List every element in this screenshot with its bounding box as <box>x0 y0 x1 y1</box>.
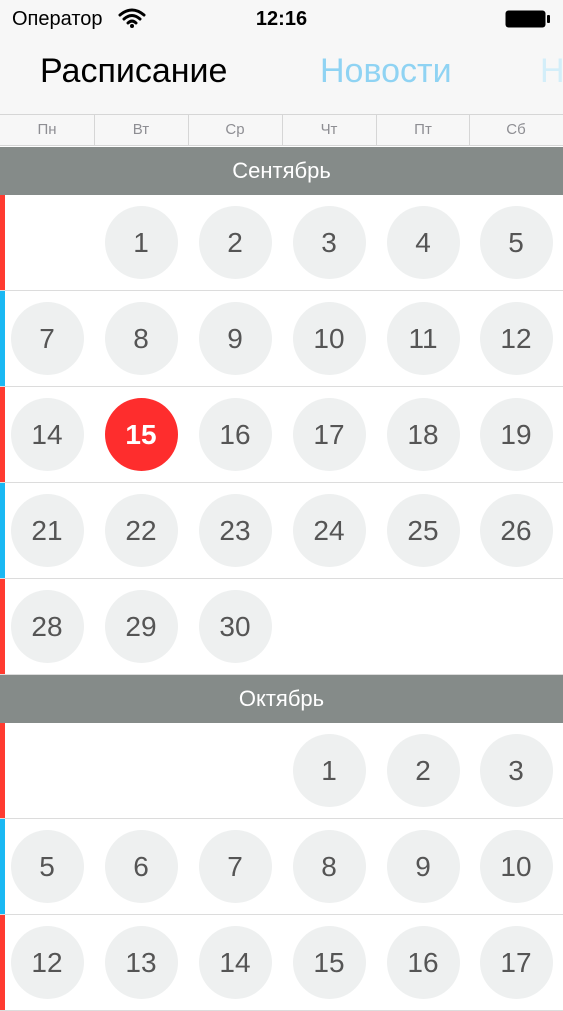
day-cell[interactable]: 11 <box>386 302 460 375</box>
week-row: 28 29 30 <box>0 579 563 675</box>
day-cell[interactable]: 8 <box>104 302 178 375</box>
week-stripe <box>0 291 5 386</box>
day-cell[interactable]: 7 <box>198 830 272 903</box>
day-today[interactable]: 15 <box>104 398 178 471</box>
day-cell[interactable]: 3 <box>479 734 553 807</box>
week-stripe <box>0 195 5 290</box>
weekday-divider <box>188 115 189 145</box>
day-cell[interactable]: 14 <box>10 398 84 471</box>
tab-news[interactable]: Новости <box>320 52 452 91</box>
weekday-divider <box>376 115 377 145</box>
nav-bar: Расписание Новости Н <box>0 40 563 114</box>
weekday-divider <box>282 115 283 145</box>
day-cell[interactable]: 25 <box>386 494 460 567</box>
day-cell[interactable]: 15 <box>292 926 366 999</box>
day-cell[interactable]: 19 <box>479 398 553 471</box>
day-cell[interactable]: 16 <box>386 926 460 999</box>
week-row: 12 13 14 15 16 17 <box>0 915 563 1011</box>
weekday-label: Ср <box>225 121 245 138</box>
week-stripe <box>0 915 5 1010</box>
day-cell[interactable]: 10 <box>292 302 366 375</box>
day-cell[interactable]: 28 <box>10 590 84 663</box>
day-cell[interactable]: 23 <box>198 494 272 567</box>
day-cell[interactable]: 1 <box>104 206 178 279</box>
week-row: 12345 <box>0 195 563 291</box>
day-cell[interactable]: 12 <box>10 926 84 999</box>
month-header: Октябрь <box>0 675 563 723</box>
day-cell[interactable]: 9 <box>198 302 272 375</box>
weekday-label: Чт <box>320 121 338 138</box>
weekday-label: Пн <box>37 121 57 138</box>
week-stripe <box>0 579 5 674</box>
day-cell[interactable]: 12 <box>479 302 553 375</box>
day-cell[interactable]: 26 <box>479 494 553 567</box>
day-cell[interactable]: 5 <box>10 830 84 903</box>
day-cell[interactable]: 24 <box>292 494 366 567</box>
day-cell[interactable]: 5 <box>479 206 553 279</box>
day-cell[interactable]: 22 <box>104 494 178 567</box>
week-row: 14 15 16 17 18 19 <box>0 387 563 483</box>
day-cell[interactable]: 4 <box>386 206 460 279</box>
week-row: 5 6 7 8 9 10 <box>0 819 563 915</box>
tab-schedule[interactable]: Расписание <box>40 52 227 91</box>
day-cell[interactable]: 16 <box>198 398 272 471</box>
clock-time: 12:16 <box>255 8 308 30</box>
week-row: 7 8 9 10 11 12 <box>0 291 563 387</box>
day-cell[interactable]: 18 <box>386 398 460 471</box>
status-bar: Оператор 12:16 <box>0 0 563 40</box>
week-stripe <box>0 387 5 482</box>
day-cell[interactable]: 3 <box>292 206 366 279</box>
weekday-label: Сб <box>506 121 526 138</box>
week-stripe <box>0 723 5 818</box>
day-cell[interactable]: 17 <box>292 398 366 471</box>
day-cell[interactable]: 6 <box>104 830 178 903</box>
day-cell[interactable]: 21 <box>10 494 84 567</box>
day-cell[interactable]: 29 <box>104 590 178 663</box>
weekday-header: Пн Вт Ср Чт Пт Сб <box>0 114 563 146</box>
day-cell[interactable]: 30 <box>198 590 272 663</box>
weekday-divider <box>469 115 470 145</box>
day-cell[interactable]: 7 <box>10 302 84 375</box>
day-cell[interactable]: 2 <box>386 734 460 807</box>
battery-icon <box>505 10 550 28</box>
week-row: 21 22 23 24 25 26 <box>0 483 563 579</box>
week-row: 123 <box>0 723 563 819</box>
weekday-label: Пт <box>414 121 432 138</box>
day-cell[interactable]: 2 <box>198 206 272 279</box>
day-cell[interactable]: 13 <box>104 926 178 999</box>
week-stripe <box>0 483 5 578</box>
day-cell[interactable]: 9 <box>386 830 460 903</box>
day-cell[interactable]: 14 <box>198 926 272 999</box>
day-cell[interactable]: 17 <box>479 926 553 999</box>
day-cell[interactable]: 8 <box>292 830 366 903</box>
month-header: Сентябрь <box>0 147 563 195</box>
week-stripe <box>0 819 5 914</box>
day-cell[interactable]: 10 <box>479 830 553 903</box>
weekday-label: Вт <box>132 121 150 138</box>
day-cell[interactable]: 1 <box>292 734 366 807</box>
tab-next[interactable]: Н <box>540 52 563 91</box>
weekday-divider <box>94 115 95 145</box>
